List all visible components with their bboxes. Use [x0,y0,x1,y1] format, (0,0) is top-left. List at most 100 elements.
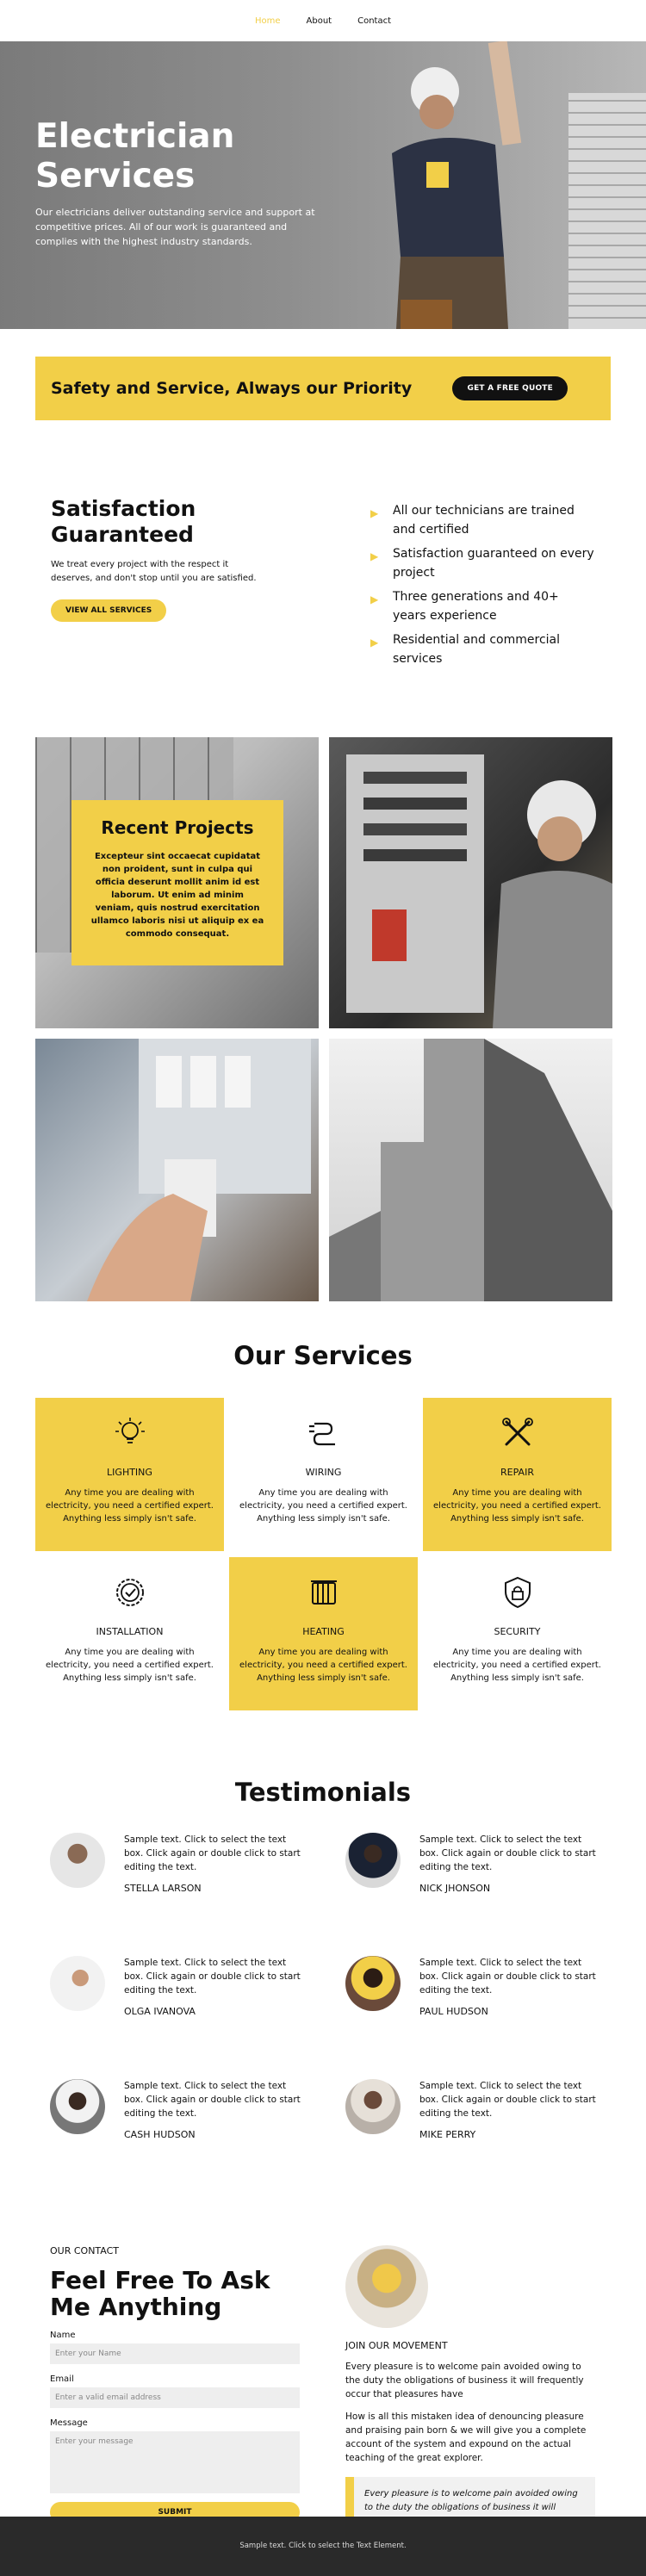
projects-grid: Recent Projects Excepteur sint occaecat … [35,737,612,1301]
top-nav: Home About Contact [0,0,646,41]
email-field[interactable]: Enter a valid email address [50,2387,300,2408]
service-name: WIRING [305,1467,342,1478]
testimonials-grid: Sample text. Click to select the text bo… [50,1833,611,2202]
banner-title: Safety and Service, Always our Priority [51,379,413,398]
service-text: Any time you are dealing with electricit… [46,1648,214,1683]
testimonial-name: CASH HUDSON [124,2129,196,2140]
arrow-right-icon: ▶ [370,636,379,649]
satisfaction-points: ▶ All our technicians are trained and cer… [324,501,595,668]
satisfaction-section: Satisfaction Guaranteed We treat every p… [35,496,611,668]
hero-brick-wall [568,93,646,329]
contact-section: OUR CONTACT Feel Free To Ask Me Anything… [50,2245,611,2539]
nav-contact-link[interactable]: Contact [357,16,391,26]
testimonial-card: Sample text. Click to select the text bo… [50,1833,345,1956]
view-all-services-button[interactable]: VIEW ALL SERVICES [51,599,167,622]
recent-projects-text: Excepteur sint occaecat cupidatat non pr… [90,852,264,939]
service-card-wiring[interactable]: WIRING Any time you are dealing with ele… [229,1398,418,1551]
project-breaker-image [35,1039,319,1301]
avatar [345,2079,401,2134]
testimonial-name: STELLA LARSON [124,1883,202,1894]
service-card-installation[interactable]: INSTALLATION Any time you are dealing wi… [35,1557,224,1710]
recent-projects-title: Recent Projects [101,817,254,838]
service-card-lighting[interactable]: LIGHTING Any time you are dealing with e… [35,1398,224,1551]
list-item: ▶ All our technicians are trained and cer… [370,504,575,537]
arrow-right-icon: ▶ [370,507,379,519]
footer-text: Sample text. Click to select the Text El… [239,2542,407,2550]
service-card-security[interactable]: SECURITY Any time you are dealing with e… [423,1557,612,1710]
satisfaction-intro: Satisfaction Guaranteed We treat every p… [35,496,324,668]
testimonial-text: Sample text. Click to select the text bo… [124,1958,301,1996]
page: Home About Contact Electrician Services … [0,0,646,2576]
arrow-right-icon: ▶ [370,593,379,605]
message-label: Message [50,2418,88,2428]
avatar [50,1833,105,1888]
electric-panel-illustration [346,754,612,1028]
testimonial-name: PAUL HUDSON [419,2006,488,2017]
join-movement-panel: JOIN OUR MOVEMENT Every pleasure is to w… [345,2245,595,2539]
list-item: ▶ Three generations and 40+ years experie… [370,590,559,623]
services-grid: LIGHTING Any time you are dealing with e… [35,1398,612,1710]
name-label: Name [50,2331,76,2340]
electrician-hero-image [392,41,522,329]
shield-lock-icon [504,1576,531,1609]
name-field[interactable]: Enter your Name [50,2343,300,2364]
testimonial-text: Sample text. Click to select the text bo… [124,2081,301,2119]
service-text: Any time you are dealing with electricit… [239,1648,407,1683]
testimonial-card: Sample text. Click to select the text bo… [50,1956,345,2079]
avatar [50,2079,105,2134]
list-item: ▶ Residential and commercial services [370,633,561,666]
testimonial-text: Sample text. Click to select the text bo… [419,1958,596,1996]
email-label: Email [50,2374,74,2384]
service-name: INSTALLATION [96,1626,164,1637]
contact-eyebrow: OUR CONTACT [50,2245,120,2256]
lightbulb-icon [115,1418,145,1443]
plug-icon [308,1422,335,1446]
service-text: Any time you are dealing with electricit… [46,1488,214,1524]
free-quote-button[interactable]: GET A FREE QUOTE [452,376,568,400]
testimonial-card: Sample text. Click to select the text bo… [50,2079,345,2202]
nav-about-link[interactable]: About [307,16,332,26]
skyscraper-illustration [329,1039,612,1301]
recent-projects-card: Recent Projects Excepteur sint occaecat … [71,800,283,965]
project-panel-image [329,737,612,1028]
project-building-image: Recent Projects Excepteur sint occaecat … [35,737,319,1028]
service-card-heating[interactable]: HEATING Any time you are dealing with el… [229,1557,418,1710]
services-title: Our Services [233,1341,413,1370]
service-text: Any time you are dealing with electricit… [433,1648,601,1683]
testimonials-title: Testimonials [234,1778,412,1807]
priority-banner: Safety and Service, Always our Priority … [35,357,611,420]
contact-title: Feel Free To Ask Me Anything [50,2266,270,2321]
radiator-icon [310,1580,337,1605]
avatar [345,1833,401,1888]
testimonial-text: Sample text. Click to select the text bo… [419,1834,596,1872]
arrow-right-icon: ▶ [370,550,379,562]
avatar [50,1956,105,2011]
join-title: JOIN OUR MOVEMENT [345,2340,448,2351]
service-text: Any time you are dealing with electricit… [239,1488,407,1524]
hero-title: Electrician Services [35,117,235,196]
hero-section: Electrician Services Our electricians de… [0,41,646,329]
testimonial-card: Sample text. Click to select the text bo… [345,2079,604,2202]
service-card-repair[interactable]: REPAIR Any time you are dealing with ele… [423,1398,612,1551]
testimonial-name: MIKE PERRY [419,2129,476,2140]
avatar [345,1956,401,2011]
tools-icon [501,1418,533,1446]
join-paragraph-1: Every pleasure is to welcome pain avoide… [345,2362,584,2399]
footer: Sample text. Click to select the Text El… [0,2517,646,2576]
service-text: Any time you are dealing with electricit… [433,1488,601,1524]
satisfaction-title: Satisfaction Guaranteed [51,496,196,547]
service-name: LIGHTING [107,1467,152,1478]
satisfaction-text: We treat every project with the respect … [51,560,257,583]
testimonial-card: Sample text. Click to select the text bo… [345,1833,604,1956]
breaker-hand-illustration [87,1039,311,1301]
hero-description: Our electricians deliver outstanding ser… [35,207,315,247]
testimonial-text: Sample text. Click to select the text bo… [124,1834,301,1872]
message-field[interactable]: Enter your message [50,2431,300,2493]
service-name: REPAIR [500,1467,534,1478]
nav-home-link[interactable]: Home [255,16,281,26]
testimonial-name: NICK JHONSON [419,1883,491,1894]
project-skyscraper-image [329,1039,612,1301]
list-item: ▶ Satisfaction guaranteed on every projec… [370,547,594,580]
badge-check-icon [115,1579,144,1606]
testimonial-card: Sample text. Click to select the text bo… [345,1956,604,2079]
